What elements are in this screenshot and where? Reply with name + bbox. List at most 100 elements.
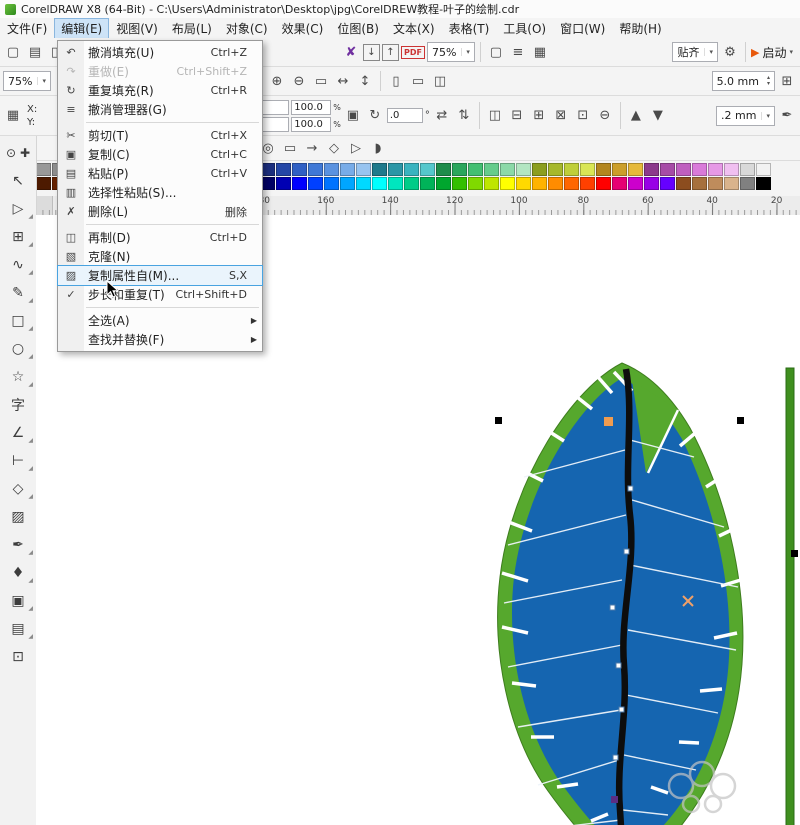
node-purple[interactable]: [611, 796, 618, 803]
color-swatch[interactable]: [276, 163, 291, 176]
text-tool[interactable]: 字: [3, 393, 33, 417]
color-swatch[interactable]: [340, 177, 355, 190]
color-swatch[interactable]: [596, 163, 611, 176]
snap-to-dropdown[interactable]: 贴齐 ▾: [672, 42, 718, 62]
color-swatch[interactable]: [340, 163, 355, 176]
color-swatch[interactable]: [756, 177, 771, 190]
shape-tool[interactable]: ▷ ◢: [3, 197, 33, 221]
front-minus-back-icon[interactable]: ⊖: [595, 108, 615, 123]
smart-fill-tool[interactable]: ⊡: [3, 645, 33, 669]
menu-item-undo-fill[interactable]: ↶ 撤消填充(U) Ctrl+Z: [58, 43, 262, 62]
color-swatch[interactable]: [292, 177, 307, 190]
menu-item-cut[interactable]: ✂ 剪切(T) Ctrl+X: [58, 126, 262, 145]
color-swatch[interactable]: [612, 177, 627, 190]
spinner-arrows-icon[interactable]: ▴ ▾: [767, 75, 770, 87]
to-back-icon[interactable]: ▼: [648, 108, 668, 123]
color-swatch[interactable]: [660, 163, 675, 176]
arrow-shapes-icon[interactable]: →: [302, 141, 322, 156]
nudge-distance-field[interactable]: 5.0 mm ▴ ▾: [711, 71, 775, 91]
page-spread-icon[interactable]: ◫: [430, 74, 450, 89]
menubar-item-edit[interactable]: 编辑(E): [54, 17, 110, 39]
color-swatch[interactable]: [276, 177, 291, 190]
menubar-item-bitmaps[interactable]: 位图(B): [330, 18, 386, 39]
connector-tool[interactable]: ⊢ ◢: [3, 449, 33, 473]
color-swatch[interactable]: [516, 163, 531, 176]
color-swatch[interactable]: [548, 177, 563, 190]
interactive-fill-tool[interactable]: ▤ ◢: [3, 617, 33, 641]
zoom-levels-combo[interactable]: 75% ▾: [3, 71, 51, 91]
page-landscape-icon[interactable]: ▭: [408, 74, 428, 89]
menubar-item-file[interactable]: 文件(F): [0, 18, 54, 39]
options-gear-icon[interactable]: ⚙: [720, 45, 740, 60]
open-icon[interactable]: ▤: [25, 45, 45, 60]
menubar-item-table[interactable]: 表格(T): [442, 18, 497, 39]
menubar-item-window[interactable]: 窗口(W): [553, 18, 612, 39]
color-swatch[interactable]: [388, 177, 403, 190]
color-swatch[interactable]: [644, 177, 659, 190]
polygon-tool[interactable]: ☆ ◢: [3, 365, 33, 389]
color-swatch[interactable]: [372, 177, 387, 190]
menu-item-duplicate[interactable]: ◫ 再制(D) Ctrl+D: [58, 228, 262, 247]
color-swatch[interactable]: [628, 163, 643, 176]
eyedropper-tool[interactable]: ✒ ◢: [3, 533, 33, 557]
color-swatch[interactable]: [436, 163, 451, 176]
rotation-angle-field-value[interactable]: .0: [386, 108, 423, 123]
color-swatch[interactable]: [324, 163, 339, 176]
extrude-tool[interactable]: ◇ ◢: [3, 477, 33, 501]
color-swatch[interactable]: [388, 163, 403, 176]
publish-pdf-icon[interactable]: PDF: [401, 45, 425, 59]
to-front-icon[interactable]: ▲: [626, 108, 646, 123]
color-swatch[interactable]: [436, 177, 451, 190]
callout-shapes-icon[interactable]: ◗: [368, 141, 388, 156]
color-swatch[interactable]: [756, 163, 771, 176]
color-swatch[interactable]: [468, 163, 483, 176]
menu-item-repeat-fill[interactable]: ↻ 重复填充(R) Ctrl+R: [58, 81, 262, 100]
color-swatch[interactable]: [644, 163, 659, 176]
combine-icon[interactable]: ◫: [485, 108, 505, 123]
color-swatch[interactable]: [324, 177, 339, 190]
menu-item-redo[interactable]: ↷ 重做(E) Ctrl+Shift+Z: [58, 62, 262, 81]
simplify-icon[interactable]: ⊡: [573, 108, 593, 123]
zoom-height-icon[interactable]: ↕: [355, 74, 375, 89]
fullscreen-preview-icon[interactable]: ▢: [486, 45, 506, 60]
banner-shapes-icon[interactable]: ▷: [346, 141, 366, 156]
color-swatch[interactable]: [356, 177, 371, 190]
launch-button[interactable]: ▶ 启动 ▾: [751, 44, 797, 61]
color-swatch[interactable]: [308, 163, 323, 176]
color-swatch[interactable]: [404, 163, 419, 176]
fill-tool[interactable]: ▣ ◢: [3, 589, 33, 613]
green-strip-object[interactable]: [785, 367, 795, 825]
color-swatch[interactable]: [356, 163, 371, 176]
color-swatch[interactable]: [500, 177, 515, 190]
new-document-icon[interactable]: ▢: [3, 45, 23, 60]
duplicate-distance-icon[interactable]: ⊞: [777, 74, 797, 89]
color-swatch[interactable]: [692, 177, 707, 190]
freehand-tool[interactable]: ∿ ◢: [3, 253, 33, 277]
zoom-out-icon[interactable]: ⊖: [289, 74, 309, 89]
scale-factor-fields-value[interactable]: 100.0: [291, 116, 332, 132]
menu-item-paste-special[interactable]: ▥ 选择性粘贴(S)...: [58, 183, 262, 202]
color-swatch[interactable]: [292, 163, 307, 176]
menubar-item-text[interactable]: 文本(X): [386, 18, 442, 39]
color-swatch[interactable]: [532, 177, 547, 190]
color-swatch[interactable]: [724, 163, 739, 176]
color-swatch[interactable]: [516, 177, 531, 190]
color-swatch[interactable]: [36, 163, 51, 176]
color-swatch[interactable]: [676, 177, 691, 190]
color-swatch[interactable]: [452, 163, 467, 176]
menu-item-delete[interactable]: ✗ 删除(L) 删除: [58, 202, 262, 221]
color-swatch[interactable]: [532, 163, 547, 176]
scale-factor-fields-value[interactable]: 100.0: [291, 99, 332, 115]
zoom-page-icon[interactable]: ▭: [311, 74, 331, 89]
color-swatch[interactable]: [420, 177, 435, 190]
menu-item-paste[interactable]: ▤ 粘贴(P) Ctrl+V: [58, 164, 262, 183]
menu-item-step-and-repeat[interactable]: ✓ 步长和重复(T) Ctrl+Shift+D: [58, 285, 262, 304]
zoom-pan-tools[interactable]: ⊙ ✚: [3, 141, 33, 165]
flowchart-shapes-icon[interactable]: ◇: [324, 141, 344, 156]
color-swatch[interactable]: [660, 177, 675, 190]
crop-tool[interactable]: ⊞ ◢: [3, 225, 33, 249]
menubar-item-layout[interactable]: 布局(L): [165, 18, 219, 39]
menu-item-clone[interactable]: ▧ 克隆(N): [58, 247, 262, 266]
mirror-horizontal-icon[interactable]: ⇄: [432, 108, 452, 123]
color-swatch[interactable]: [468, 177, 483, 190]
